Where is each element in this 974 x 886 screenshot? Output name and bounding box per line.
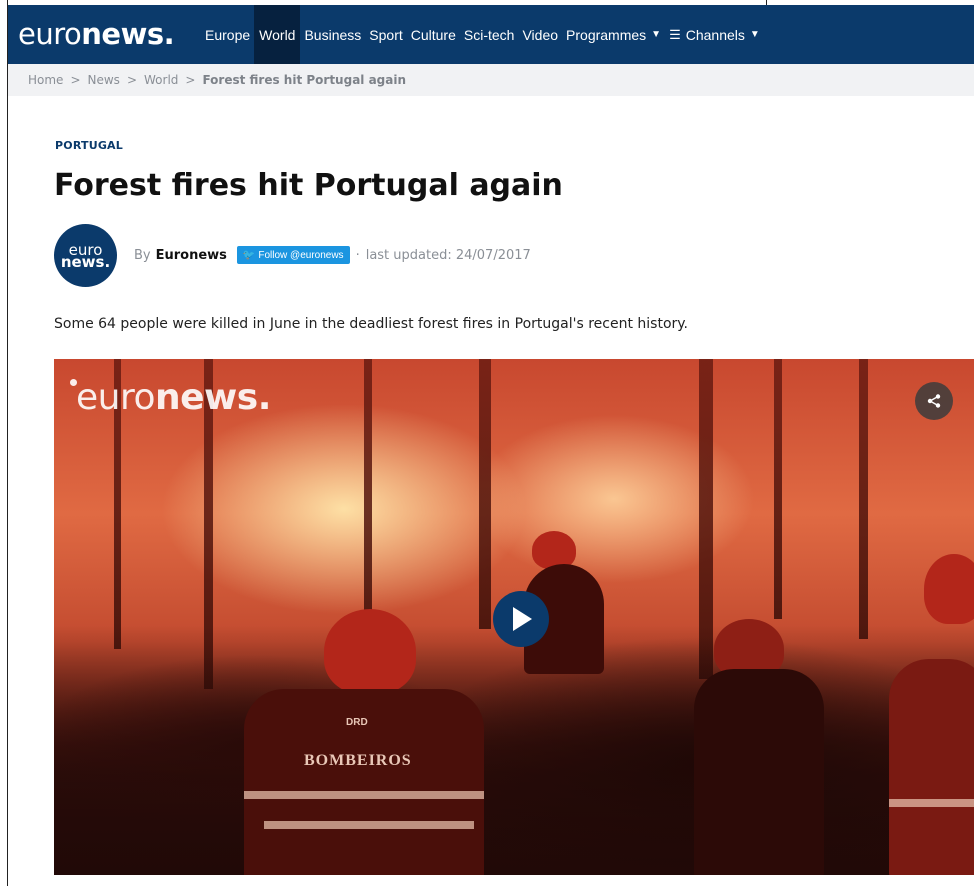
- by-prefix: By: [134, 247, 151, 263]
- breadcrumb-separator: >: [185, 73, 196, 87]
- watermark-bold-text: news.: [155, 377, 271, 418]
- play-icon: [513, 607, 532, 631]
- nav-item-world[interactable]: World: [254, 5, 301, 64]
- breadcrumb-separator: >: [126, 73, 137, 87]
- video-scene-firefighter: [694, 669, 824, 875]
- nav-item-sci-tech[interactable]: Sci-tech: [460, 5, 519, 64]
- author-avatar[interactable]: euro news.: [54, 224, 117, 287]
- video-scene-jacket-text: BOMBEIROS: [304, 752, 412, 769]
- breadcrumb-separator: >: [70, 73, 81, 87]
- caret-down-icon: ▼: [749, 29, 760, 40]
- video-scene-jacket-small: DRD: [346, 717, 368, 728]
- video-scene-tree: [859, 359, 868, 639]
- nav-item-label: Sci-tech: [463, 26, 515, 43]
- watermark-light-text: euro: [76, 377, 156, 418]
- breadcrumb: Home > News > World > Forest fires hit P…: [8, 64, 974, 96]
- logo-light-text: euro: [18, 17, 82, 51]
- share-icon: [927, 394, 941, 408]
- video-scene-tree: [774, 359, 782, 619]
- article-kicker[interactable]: PORTUGAL: [55, 139, 123, 152]
- nav-item-channels[interactable]: ☰ Channels ▼: [665, 5, 764, 64]
- video-scene-stripe: [244, 791, 484, 799]
- nav-menu: Europe World Business Sport Culture Sci-…: [201, 5, 764, 64]
- video-scene-tree: [479, 359, 491, 629]
- video-scene-helmet: [324, 609, 416, 694]
- byline-dot: ·: [355, 247, 360, 263]
- nav-item-video[interactable]: Video: [518, 5, 562, 64]
- site-logo[interactable]: euronews.: [18, 17, 175, 51]
- share-button[interactable]: [915, 382, 953, 420]
- video-scene-stripe: [264, 821, 474, 829]
- nav-item-sport[interactable]: Sport: [365, 5, 406, 64]
- video-player[interactable]: DRD BOMBEIROS euronews.: [54, 359, 974, 875]
- logo-bold-text: news.: [81, 17, 175, 51]
- last-updated: last updated: 24/07/2017: [365, 247, 531, 263]
- nav-item-programmes[interactable]: Programmes ▼: [562, 5, 665, 64]
- nav-item-business[interactable]: Business: [300, 5, 365, 64]
- nav-item-label: Culture: [410, 26, 456, 43]
- byline: By Euronews 🐦 Follow @euronews · last up…: [134, 246, 531, 264]
- video-watermark: euronews.: [70, 377, 271, 418]
- article-summary: Some 64 people were killed in June in th…: [54, 316, 688, 332]
- nav-item-label: Channels: [685, 26, 745, 43]
- nav-item-europe[interactable]: Europe: [201, 5, 254, 64]
- breadcrumb-current: Forest fires hit Portugal again: [202, 73, 407, 87]
- nav-item-label: Video: [522, 26, 559, 43]
- nav-item-label: World: [259, 26, 296, 43]
- nav-item-label: Programmes: [566, 26, 647, 43]
- watermark-dot: [70, 379, 77, 386]
- nav-item-label: Business: [304, 26, 362, 43]
- breadcrumb-world[interactable]: World: [144, 73, 178, 87]
- video-scene-stripe: [889, 799, 974, 807]
- video-scene-helmet: [924, 554, 974, 624]
- article-headline: Forest fires hit Portugal again: [54, 168, 563, 203]
- breadcrumb-home[interactable]: Home: [28, 73, 63, 87]
- play-button[interactable]: [493, 591, 549, 647]
- twitter-follow-button[interactable]: 🐦 Follow @euronews: [236, 246, 350, 264]
- main-navbar: euronews. Europe World Business Sport Cu…: [8, 5, 974, 64]
- author-name[interactable]: Euronews: [156, 248, 227, 263]
- page-frame: euronews. Europe World Business Sport Cu…: [7, 0, 974, 886]
- caret-down-icon: ▼: [651, 29, 662, 40]
- menu-icon: ☰: [669, 26, 681, 42]
- nav-item-label: Europe: [205, 26, 251, 43]
- avatar-text-bold: news.: [60, 252, 111, 271]
- breadcrumb-news[interactable]: News: [88, 73, 120, 87]
- nav-item-culture[interactable]: Culture: [407, 5, 460, 64]
- video-scene-smoke: [54, 625, 974, 875]
- follow-label: Follow @euronews: [258, 249, 344, 261]
- nav-item-label: Sport: [369, 26, 403, 43]
- video-scene-helmet: [532, 531, 576, 569]
- twitter-bird-icon: 🐦: [242, 249, 256, 261]
- video-scene-firefighter: [889, 659, 974, 875]
